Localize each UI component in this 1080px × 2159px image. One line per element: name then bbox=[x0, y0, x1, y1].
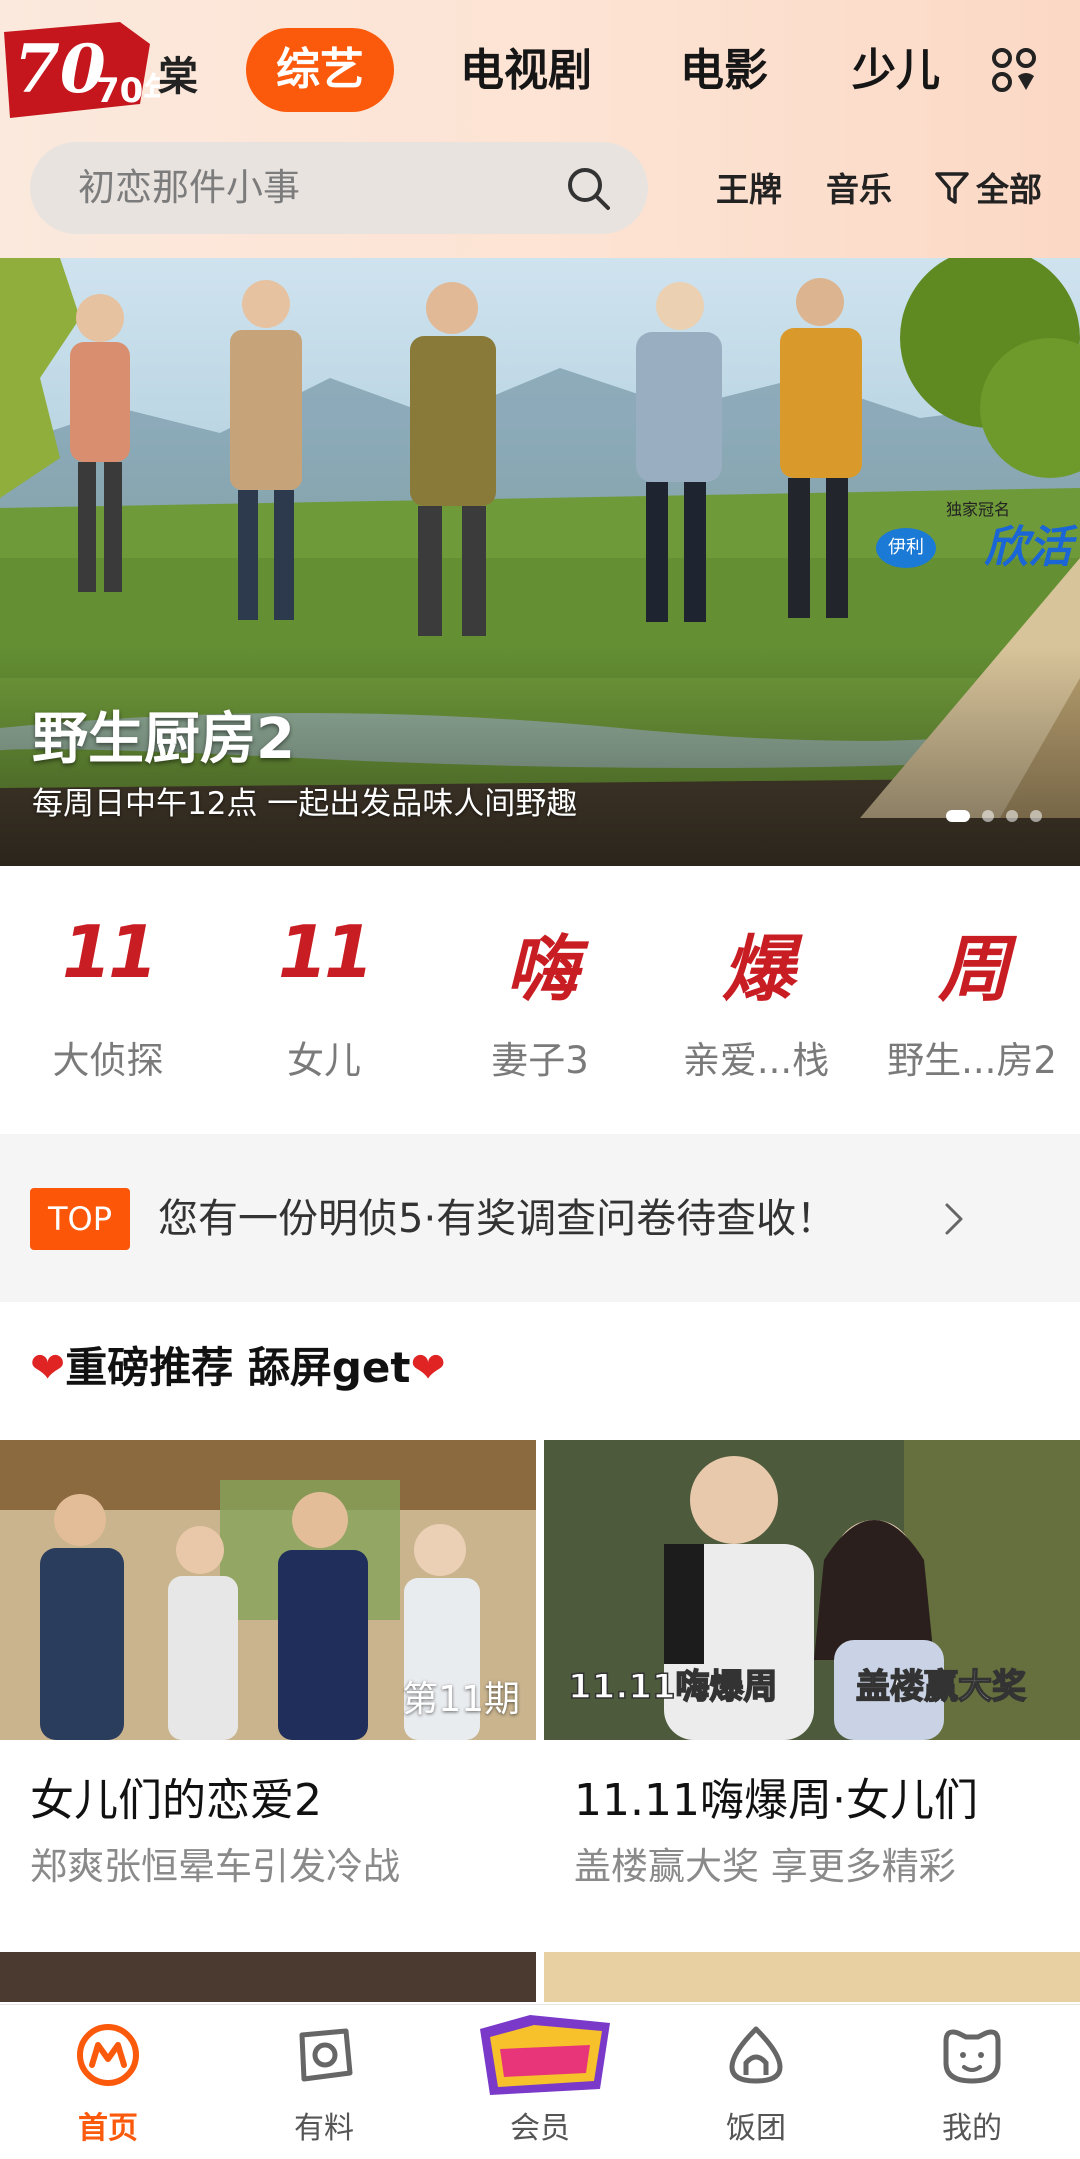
sponsor-brand-name: 欣活 bbox=[984, 522, 1072, 573]
logo-trailing-char: 棠 bbox=[158, 54, 198, 100]
promo-item-wife[interactable]: 嗨 妻子3 bbox=[432, 866, 648, 1134]
hero-banner[interactable]: 独家冠名 伊利 欣活 野生厨房2 每周日中午12点 一起出发品味人间野趣 bbox=[0, 258, 1080, 866]
filter-all-button[interactable]: 全部 bbox=[976, 160, 1042, 220]
thumbnail-overlay-left: 11.11嗨爆周 bbox=[568, 1667, 778, 1707]
sponsor-logo: 独家冠名 伊利 欣活 bbox=[876, 496, 1072, 594]
thumbnail-overlay-right: 盖楼赢大奖 bbox=[856, 1667, 1026, 1707]
promo-item-daughters[interactable]: 11 女儿 bbox=[216, 866, 432, 1134]
section-title-text: 重磅推荐 舔屏get bbox=[65, 1343, 411, 1392]
banner-title: 野生厨房2 bbox=[32, 707, 295, 772]
discover-icon bbox=[299, 2028, 353, 2082]
quick-link-ace[interactable]: 王牌 bbox=[716, 160, 782, 220]
nav-fan-club[interactable]: 饭团 bbox=[648, 2005, 864, 2159]
nav-profile[interactable]: 我的 bbox=[864, 2005, 1080, 2159]
next-card-thumbnail[interactable] bbox=[544, 1952, 1080, 2002]
carousel-dot bbox=[1030, 810, 1042, 822]
promo-label: 野生...房2 bbox=[887, 1039, 1057, 1082]
top-badge: TOP bbox=[30, 1188, 130, 1250]
promo-label: 亲爱...栈 bbox=[682, 1039, 830, 1082]
nav-home[interactable]: 首页 bbox=[0, 2005, 216, 2159]
promo-label: 妻子3 bbox=[491, 1039, 589, 1082]
promo-glyph: 11 bbox=[277, 910, 374, 994]
grid-apps-icon[interactable] bbox=[990, 46, 1038, 94]
card-subtitle: 盖楼赢大奖 享更多精彩 bbox=[574, 1845, 956, 1888]
profile-face-icon bbox=[943, 2029, 1001, 2084]
carousel-dot bbox=[982, 810, 994, 822]
content-card[interactable]: 11.11嗨爆周 盖楼赢大奖 11.11嗨爆周·女儿们 盖楼赢大奖 享更多精彩 bbox=[544, 1440, 1080, 1910]
nav-label: 首页 bbox=[78, 2111, 138, 2146]
heart-icon: ❤ bbox=[30, 1343, 66, 1392]
promo-glyph: 11 bbox=[61, 910, 158, 994]
card-subtitle: 郑爽张恒晕车引发冷战 bbox=[30, 1845, 400, 1888]
nav-label: 会员 bbox=[510, 2111, 570, 2146]
promo-shortcut-row: 11 大侦探 11 女儿 嗨 妻子3 爆 亲爱...栈 周 野生...房2 bbox=[0, 866, 1080, 1134]
search-bar[interactable]: 初恋那件小事 bbox=[30, 142, 648, 234]
promo-item-detective[interactable]: 11 大侦探 bbox=[0, 866, 216, 1134]
section-title: ❤重磅推荐 舔屏get❤ bbox=[30, 1338, 446, 1398]
nav-label: 饭团 bbox=[726, 2111, 786, 2146]
promo-label: 大侦探 bbox=[52, 1039, 164, 1082]
nav-discover[interactable]: 有料 bbox=[216, 2005, 432, 2159]
nav-vip[interactable]: 会员 bbox=[432, 2005, 648, 2159]
carousel-dot-active bbox=[946, 810, 970, 822]
funnel-icon[interactable] bbox=[934, 170, 970, 206]
tab-tv-series[interactable]: 电视剧 bbox=[460, 28, 592, 114]
heart-icon: ❤ bbox=[410, 1343, 446, 1392]
next-card-thumbnail[interactable] bbox=[0, 1952, 536, 2002]
sponsor-caption: 独家冠名 bbox=[946, 500, 1011, 519]
home-m-icon bbox=[77, 2024, 139, 2086]
card-title: 女儿们的恋爱2 bbox=[30, 1775, 322, 1826]
card-thumbnail: 11.11嗨爆周 盖楼赢大奖 bbox=[544, 1440, 1080, 1740]
nav-label: 我的 bbox=[942, 2111, 1002, 2146]
promo-glyph: 嗨 bbox=[505, 927, 578, 1011]
tab-kids[interactable]: 少儿 bbox=[852, 28, 940, 114]
content-card[interactable]: 第11期 女儿们的恋爱2 郑爽张恒晕车引发冷战 bbox=[0, 1440, 536, 1910]
search-icon[interactable] bbox=[564, 164, 612, 212]
survey-notice-bar[interactable]: TOP 您有一份明侦5·有奖调查问卷待查收！ bbox=[0, 1134, 1080, 1302]
rice-ball-icon bbox=[729, 2026, 783, 2084]
promo-item-inn[interactable]: 爆 亲爱...栈 bbox=[648, 866, 864, 1134]
carousel-dot bbox=[1006, 810, 1018, 822]
card-title: 11.11嗨爆周·女儿们 bbox=[574, 1775, 978, 1826]
vip-banner-icon bbox=[480, 2015, 610, 2095]
search-placeholder: 初恋那件小事 bbox=[78, 166, 300, 209]
nav-label: 有料 bbox=[294, 2111, 354, 2146]
promo-label: 女儿 bbox=[287, 1039, 361, 1082]
app-screen: 70 70年 棠 综艺 电视剧 电影 少儿 初恋那件小事 王牌 音乐 全部 bbox=[0, 0, 1080, 2159]
episode-label: 第11期 bbox=[402, 1679, 520, 1720]
card-thumbnail: 第11期 bbox=[0, 1440, 536, 1740]
bottom-navigation: 首页 有料 会员 饭团 我的 bbox=[0, 2004, 1080, 2159]
promo-glyph: 周 bbox=[937, 927, 1010, 1011]
notice-text: 您有一份明侦5·有奖调查问卷待查收！ bbox=[158, 1196, 837, 1242]
top-header: 70 70年 棠 综艺 电视剧 电影 少儿 初恋那件小事 王牌 音乐 全部 bbox=[0, 0, 1080, 258]
banner-subtitle: 每周日中午12点 一起出发品味人间野趣 bbox=[32, 786, 578, 822]
svg-text:70: 70 bbox=[14, 30, 106, 108]
chevron-right-icon bbox=[945, 1203, 963, 1235]
tab-variety[interactable]: 综艺 bbox=[246, 28, 394, 112]
promo-glyph: 爆 bbox=[721, 927, 794, 1011]
logo-year-text: 70年 bbox=[96, 71, 160, 111]
quick-link-music[interactable]: 音乐 bbox=[826, 160, 892, 220]
tab-movies[interactable]: 电影 bbox=[680, 28, 768, 114]
70-anniversary-logo[interactable]: 70 70年 bbox=[0, 14, 160, 124]
promo-item-wild-kitchen[interactable]: 周 野生...房2 bbox=[864, 866, 1080, 1134]
